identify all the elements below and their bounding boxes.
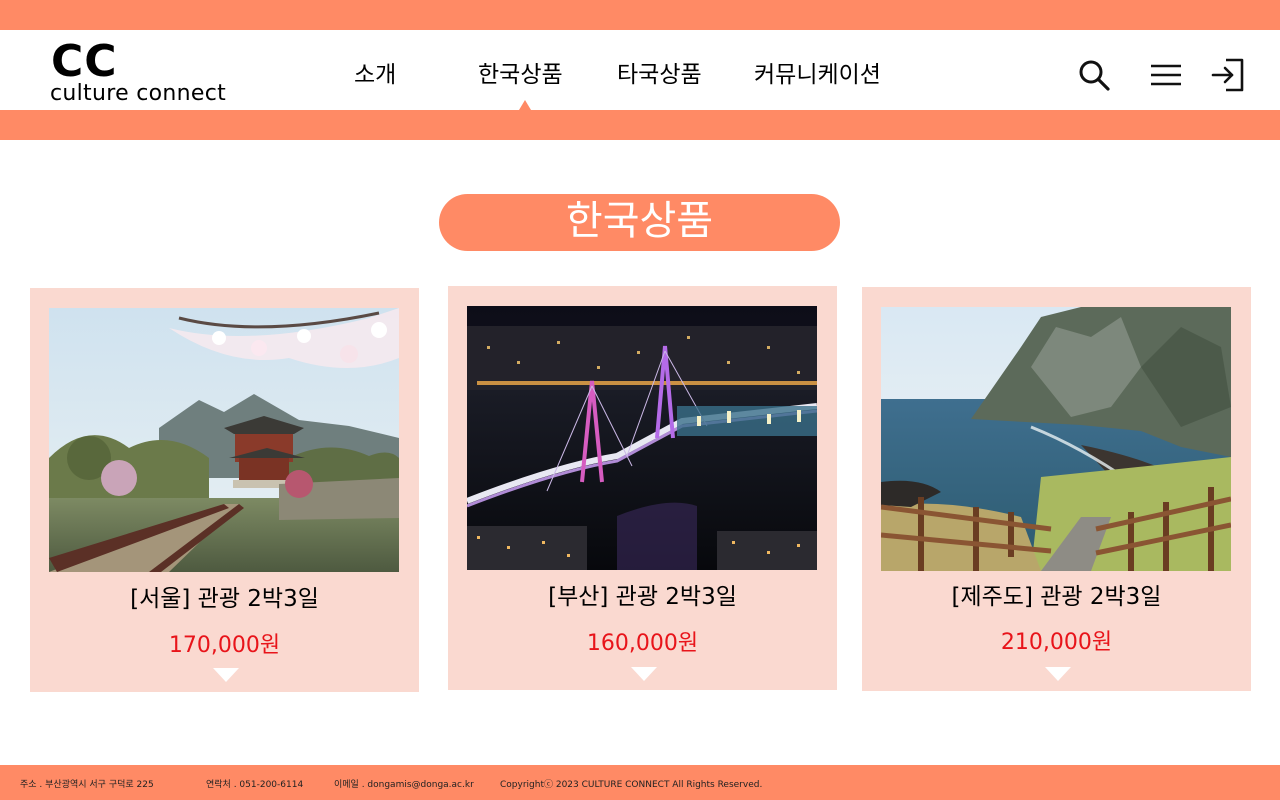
product-price: 170,000원	[168, 633, 281, 658]
footer-address: 주소 . 부산광역시 서구 구덕로 225	[20, 780, 154, 790]
expand-arrow-icon[interactable]	[213, 668, 239, 682]
active-nav-indicator	[519, 100, 531, 110]
product-card-jeju[interactable]: [제주도] 관광 2박3일 210,000원	[862, 287, 1251, 691]
footer-copyright: Copyrightⓒ 2023 CULTURE CONNECT All Righ…	[500, 780, 763, 790]
login-icon[interactable]	[1210, 57, 1246, 93]
nav-item-korea-products[interactable]: 한국상품	[478, 60, 563, 90]
section-title-pill: 한국상품	[439, 194, 840, 251]
nav-accent-bar	[0, 110, 1280, 140]
product-title: [부산] 관광 2박3일	[548, 584, 737, 610]
expand-arrow-icon[interactable]	[1045, 667, 1071, 681]
product-photo-busan[interactable]	[467, 306, 817, 570]
site-logo[interactable]: CC culture connect	[50, 36, 250, 108]
footer-contact: 연락처 . 051-200-6114	[206, 780, 304, 790]
menu-icon[interactable]	[1148, 57, 1184, 93]
nav-item-intro[interactable]: 소개	[354, 60, 396, 90]
section-title: 한국상품	[565, 198, 714, 244]
search-icon[interactable]	[1076, 57, 1112, 93]
footer-email: 이메일 . dongamis@donga.ac.kr	[334, 780, 474, 790]
product-card-seoul[interactable]: [서울] 관광 2박3일 170,000원	[30, 288, 419, 692]
expand-arrow-icon[interactable]	[631, 667, 657, 681]
product-card-busan[interactable]: [부산] 관광 2박3일 160,000원	[448, 286, 837, 690]
product-title: [서울] 관광 2박3일	[130, 586, 319, 612]
product-price: 210,000원	[1000, 630, 1113, 655]
product-title: [제주도] 관광 2박3일	[951, 584, 1162, 610]
product-photo-seoul[interactable]	[49, 308, 399, 572]
nav-item-communication[interactable]: 커뮤니케이션	[754, 60, 881, 90]
nav-item-foreign-products[interactable]: 타국상품	[617, 60, 702, 90]
product-photo-jeju[interactable]	[881, 307, 1231, 571]
top-accent-bar	[0, 0, 1280, 30]
logo-text: culture connect	[50, 81, 227, 106]
site-footer: 주소 . 부산광역시 서구 구덕로 225 연락처 . 051-200-6114…	[0, 765, 1280, 800]
product-price: 160,000원	[586, 631, 699, 656]
